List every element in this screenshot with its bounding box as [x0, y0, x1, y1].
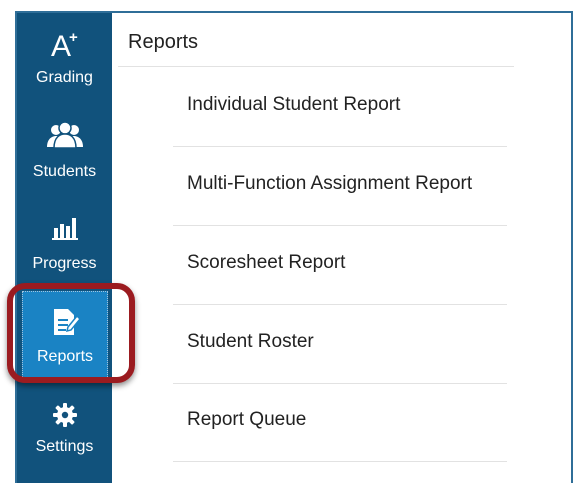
- divider: [118, 66, 514, 67]
- report-link-scoresheet[interactable]: Scoresheet Report: [173, 226, 507, 305]
- sidebar-item-label: Reports: [36, 348, 94, 365]
- gear-icon: [17, 401, 112, 429]
- sidebar-item-grading[interactable]: A + Grading: [17, 13, 112, 103]
- sidebar-item-label: Progress: [32, 255, 97, 272]
- students-icon: [17, 121, 112, 149]
- sidebar-item-label: Students: [32, 163, 97, 180]
- report-link-report-queue[interactable]: Report Queue: [173, 383, 507, 462]
- reports-panel: Reports Individual Student Report Multi-…: [112, 13, 571, 483]
- app-frame: A + Grading Students Progress Reports Se…: [15, 11, 573, 483]
- report-link-multi-function-assignment[interactable]: Multi-Function Assignment Report: [173, 147, 507, 226]
- sidebar-item-students[interactable]: Students: [17, 105, 112, 195]
- report-link-label: Report Queue: [187, 409, 307, 430]
- sidebar-nav: A + Grading Students Progress Reports Se…: [17, 13, 112, 483]
- svg-text:+: +: [69, 29, 78, 46]
- report-link-label: Multi-Function Assignment Report: [187, 173, 473, 194]
- report-link-individual-student[interactable]: Individual Student Report: [173, 68, 507, 147]
- sidebar-item-reports[interactable]: Reports: [22, 291, 108, 381]
- progress-chart-icon: [17, 215, 112, 241]
- sidebar-item-label: Settings: [35, 438, 94, 455]
- report-document-icon: [23, 306, 107, 338]
- report-link-student-roster[interactable]: Student Roster: [173, 305, 507, 384]
- report-link-label: Scoresheet Report: [187, 252, 346, 273]
- a-plus-icon: A +: [17, 23, 112, 63]
- sidebar-item-settings[interactable]: Settings: [17, 383, 112, 473]
- report-link-label: Student Roster: [187, 331, 314, 352]
- sidebar-item-progress[interactable]: Progress: [17, 197, 112, 287]
- sidebar-item-label: Grading: [36, 69, 93, 86]
- svg-text:A: A: [51, 30, 71, 60]
- page-title: Reports: [128, 31, 199, 53]
- report-link-label: Individual Student Report: [187, 94, 401, 115]
